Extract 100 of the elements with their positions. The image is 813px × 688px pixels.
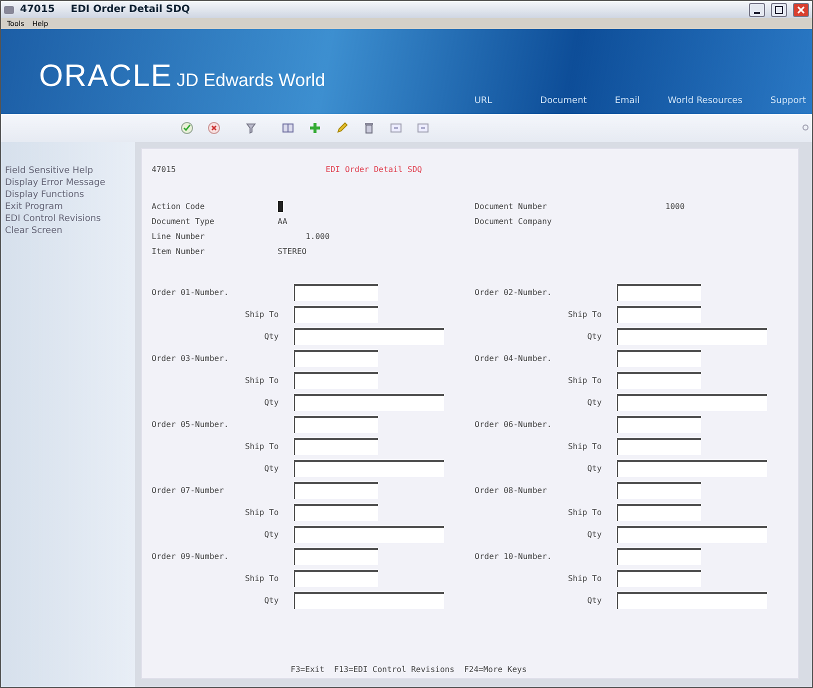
field-label: Ship To (566, 376, 602, 385)
input-field[interactable] (616, 548, 701, 565)
check-icon[interactable] (181, 122, 193, 134)
minimize-button[interactable] (749, 2, 765, 16)
input-field[interactable] (294, 504, 378, 521)
input-field[interactable] (616, 504, 701, 521)
input-field[interactable] (294, 592, 444, 609)
field-label: Ship To (244, 310, 279, 319)
input-field[interactable] (294, 372, 378, 389)
form-title: EDI Order Detail SDQ (326, 165, 422, 174)
plus-icon[interactable] (309, 122, 321, 134)
banner-link[interactable]: Document (540, 96, 587, 106)
page-icon[interactable] (390, 122, 402, 134)
input-field[interactable] (294, 460, 444, 477)
close-icon (797, 6, 805, 14)
input-field[interactable] (616, 284, 701, 301)
window-program: 47015 (20, 4, 55, 15)
input-field[interactable] (616, 570, 701, 587)
program-number: 47015 (152, 165, 177, 174)
field-label: Ship To (244, 442, 279, 451)
field-label: Order 04-Number. (474, 354, 553, 363)
field-label: Document Company (474, 217, 553, 226)
funnel-icon[interactable] (245, 122, 257, 134)
trash-icon[interactable] (363, 122, 375, 134)
field-label: Order 05-Number. (152, 420, 230, 429)
field-label: Qty (263, 332, 279, 341)
input-field[interactable] (616, 416, 701, 433)
banner-link[interactable]: World Resources (668, 96, 742, 106)
field-label: Qty (586, 332, 602, 341)
page-icon[interactable] (417, 122, 429, 134)
field-label: Order 10-Number. (474, 552, 553, 561)
field-label: Order 06-Number. (474, 420, 553, 429)
field-label: Qty (263, 464, 279, 473)
sidebar-item[interactable]: EDI Control Revisions (5, 214, 135, 224)
field-label: Order 03-Number. (152, 354, 230, 363)
cancel-icon[interactable] (208, 122, 220, 134)
input-field[interactable] (294, 438, 378, 455)
banner-link[interactable]: Email (614, 96, 640, 106)
field-label: Ship To (244, 508, 279, 517)
pencil-icon[interactable] (336, 122, 348, 134)
field-label: Qty (586, 398, 602, 407)
input-field[interactable] (294, 482, 378, 499)
sidebar-item[interactable]: Display Functions (5, 190, 135, 200)
sidebar-item[interactable]: Field Sensitive Help (5, 166, 135, 176)
input-field[interactable] (616, 350, 701, 367)
input-field[interactable] (294, 570, 378, 587)
maximize-icon (775, 6, 783, 14)
field-label: Action Code (152, 202, 206, 211)
input-field[interactable] (294, 394, 444, 411)
brand-logo: ORACLE (39, 58, 172, 94)
field-label: Qty (263, 398, 279, 407)
input-field[interactable] (616, 306, 701, 323)
close-button[interactable] (793, 2, 809, 16)
field-label: Ship To (566, 442, 602, 451)
field-value: 1000 (664, 202, 685, 211)
banner-link[interactable]: URL (474, 96, 492, 106)
field-label: Item Number (152, 247, 206, 256)
sidebar-item[interactable]: Display Error Message (5, 178, 135, 188)
maximize-button[interactable] (771, 2, 787, 16)
function-keys: F3=Exit F13=EDI Control Revisions F24=More Keys (290, 665, 798, 674)
input-field[interactable] (616, 592, 767, 609)
field-value: 1.000 (304, 232, 330, 241)
field-label: Order 08-Number (474, 486, 548, 495)
field-label: Order 02-Number. (474, 288, 553, 297)
field-label: Order 01-Number. (152, 288, 230, 297)
input-field[interactable] (616, 328, 767, 345)
input-field[interactable] (294, 306, 378, 323)
input-field[interactable] (616, 372, 701, 389)
minimize-icon (754, 12, 760, 14)
input-field[interactable] (616, 394, 767, 411)
field-label: Line Number (152, 232, 206, 241)
cursor-input-field[interactable] (278, 201, 283, 212)
sidebar-item[interactable]: Clear Screen (5, 226, 135, 236)
field-label: Ship To (244, 376, 279, 385)
field-label: Qty (586, 464, 602, 473)
input-field[interactable] (616, 438, 701, 455)
field-label: Order 09-Number. (152, 552, 230, 561)
field-label: Document Type (152, 217, 216, 226)
field-label: Order 07-Number (152, 486, 225, 495)
input-field[interactable] (294, 548, 378, 565)
input-field[interactable] (294, 284, 378, 301)
input-field[interactable] (616, 460, 767, 477)
book-icon[interactable] (282, 122, 294, 134)
input-field[interactable] (616, 526, 767, 543)
field-label: Qty (263, 596, 279, 605)
window-title: EDI Order Detail SDQ (70, 4, 190, 15)
input-field[interactable] (294, 416, 378, 433)
input-field[interactable] (616, 482, 701, 499)
field-value: AA (278, 217, 288, 226)
app-icon (4, 6, 14, 14)
input-field[interactable] (294, 328, 444, 345)
field-label: Ship To (244, 574, 279, 583)
field-label: Ship To (566, 310, 602, 319)
field-label: Ship To (566, 508, 602, 517)
field-label: Qty (586, 596, 602, 605)
banner-link[interactable]: Support (770, 96, 806, 106)
sidebar-item[interactable]: Exit Program (5, 202, 135, 212)
input-field[interactable] (294, 526, 444, 543)
input-field[interactable] (294, 350, 378, 367)
field-label: Qty (586, 530, 602, 539)
